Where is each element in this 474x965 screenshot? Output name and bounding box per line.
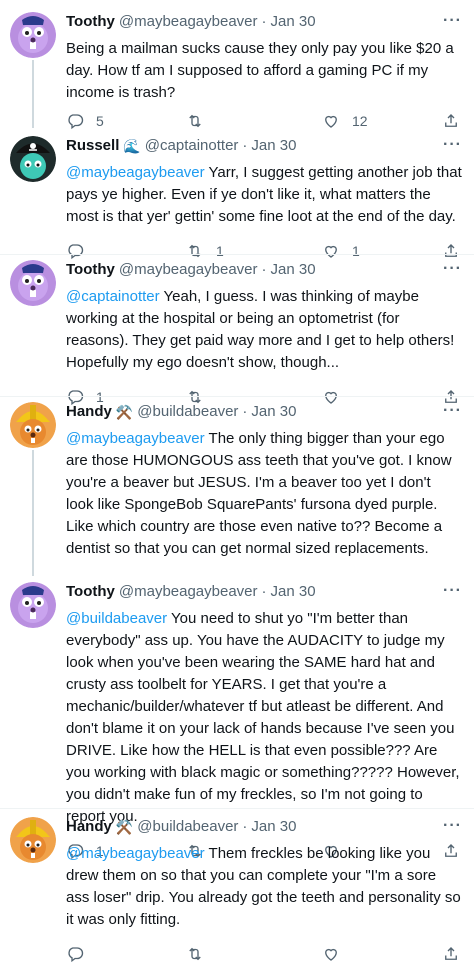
mention-link[interactable]: @buildabeaver <box>66 610 167 627</box>
user-handle[interactable]: @buildabeaver <box>137 817 238 837</box>
mention-link[interactable]: @captainotter <box>66 288 160 305</box>
more-options-icon[interactable]: ··· <box>443 260 462 278</box>
like-button[interactable]: 12 <box>322 112 368 130</box>
share-button[interactable] <box>442 112 460 130</box>
like-button[interactable] <box>322 945 352 963</box>
retweet-button[interactable]: 1 <box>186 242 224 260</box>
reply-button[interactable] <box>66 242 96 260</box>
tweet-text: @buildabeaver You need to shut yo "I'm b… <box>66 608 462 828</box>
separator-dot: · <box>261 261 267 278</box>
user-handle[interactable]: @maybeagaybeaver <box>119 12 258 32</box>
share-icon <box>445 114 457 127</box>
tweet-actions: 1 1 <box>66 242 462 262</box>
tweet-text: @maybeagaybeaver Yarr, I suggest getting… <box>66 162 462 228</box>
avatar[interactable] <box>10 582 56 628</box>
more-options-icon[interactable]: ··· <box>443 817 462 835</box>
share-icon <box>445 947 457 960</box>
tweet-header: Toothy @maybeagaybeaver · Jan 30 <box>66 12 462 32</box>
tweet-text: @captainotter Yeah, I guess. I was think… <box>66 286 462 374</box>
tweet[interactable]: Toothy @maybeagaybeaver · Jan 30 ··· @ca… <box>0 260 474 408</box>
timestamp[interactable]: Jan 30 <box>251 402 296 422</box>
like-button[interactable]: 1 <box>322 242 360 260</box>
tweet-body: The only thing bigger than your ego are … <box>66 430 452 557</box>
retweet-count: 1 <box>216 243 224 259</box>
user-handle[interactable]: @maybeagaybeaver <box>119 260 258 280</box>
separator-dot: · <box>261 13 267 30</box>
display-name[interactable]: Handy <box>66 402 112 422</box>
user-handle[interactable]: @maybeagaybeaver <box>119 582 258 602</box>
timestamp[interactable]: Jan 30 <box>271 12 316 32</box>
retweet-icon <box>189 947 201 961</box>
share-icon <box>445 244 457 257</box>
tweet[interactable]: Toothy @maybeagaybeaver · Jan 30 ··· Bei… <box>0 12 474 132</box>
heart-icon <box>325 115 337 128</box>
tweet-actions <box>66 945 462 965</box>
reply-button[interactable]: 5 <box>66 112 104 130</box>
tweet[interactable]: Handy ⚒️ @buildabeaver · Jan 30 ··· @may… <box>0 402 474 560</box>
timestamp[interactable]: Jan 30 <box>251 136 296 156</box>
more-options-icon[interactable]: ··· <box>443 402 462 420</box>
tweet-divider <box>0 254 474 255</box>
reply-icon <box>68 947 84 963</box>
tweet-text: @maybeagaybeaver Them freckles be lookin… <box>66 843 462 931</box>
mention-link[interactable]: @maybeagaybeaver <box>66 430 205 447</box>
tweet-header: Handy ⚒️ @buildabeaver · Jan 30 <box>66 402 462 422</box>
more-options-icon[interactable]: ··· <box>443 12 462 30</box>
reply-count: 5 <box>96 113 104 129</box>
tweet-body: You need to shut yo "I'm better than eve… <box>66 610 460 825</box>
avatar[interactable] <box>10 817 56 863</box>
reply-button[interactable] <box>66 945 96 963</box>
more-options-icon[interactable]: ··· <box>443 136 462 154</box>
more-options-icon[interactable]: ··· <box>443 582 462 600</box>
like-count: 12 <box>352 113 368 129</box>
tweet[interactable]: Handy ⚒️ @buildabeaver · Jan 30 ··· @may… <box>0 817 474 965</box>
hammer-pick-emoji: ⚒️ <box>115 404 134 420</box>
reply-icon <box>68 244 84 260</box>
display-name[interactable]: Toothy <box>66 582 115 602</box>
tweet-header: Toothy @maybeagaybeaver · Jan 30 <box>66 582 462 602</box>
separator-dot: · <box>242 403 248 420</box>
tweet-divider <box>0 808 474 809</box>
heart-icon <box>325 948 337 961</box>
avatar[interactable] <box>10 12 56 58</box>
avatar[interactable] <box>10 136 56 182</box>
share-button[interactable] <box>442 242 460 260</box>
avatar[interactable] <box>10 260 56 306</box>
separator-dot: · <box>242 818 248 835</box>
display-name[interactable]: Russell <box>66 136 119 156</box>
share-button[interactable] <box>442 945 460 963</box>
retweet-icon <box>189 114 201 128</box>
tweet-header: Russell 🌊 @captainotter · Jan 30 <box>66 136 462 156</box>
retweet-icon <box>189 244 201 258</box>
tweet-body: Being a mailman sucks cause they only pa… <box>66 40 454 101</box>
separator-dot: · <box>242 137 248 154</box>
tweet-actions: 5 12 <box>66 112 462 132</box>
timestamp[interactable]: Jan 30 <box>251 817 296 837</box>
tweet-text: Being a mailman sucks cause they only pa… <box>66 38 462 104</box>
avatar[interactable] <box>10 402 56 448</box>
timestamp[interactable]: Jan 30 <box>271 260 316 280</box>
display-name[interactable]: Handy <box>66 817 112 837</box>
user-handle[interactable]: @buildabeaver <box>137 402 238 422</box>
tweet-header: Handy ⚒️ @buildabeaver · Jan 30 <box>66 817 462 837</box>
mention-link[interactable]: @maybeagaybeaver <box>66 164 205 181</box>
separator-dot: · <box>261 583 267 600</box>
user-handle[interactable]: @captainotter <box>145 136 239 156</box>
reply-icon <box>68 114 84 130</box>
display-name[interactable]: Toothy <box>66 12 115 32</box>
tweet-text: @maybeagaybeaver The only thing bigger t… <box>66 428 462 560</box>
mention-link[interactable]: @maybeagaybeaver <box>66 845 205 862</box>
retweet-button[interactable] <box>186 112 216 130</box>
retweet-button[interactable] <box>186 945 216 963</box>
tweet[interactable]: Russell 🌊 @captainotter · Jan 30 ··· @ma… <box>0 136 474 262</box>
tweet-divider <box>0 396 474 397</box>
wave-emoji: 🌊 <box>123 138 141 154</box>
timestamp[interactable]: Jan 30 <box>271 582 316 602</box>
like-count: 1 <box>352 243 360 259</box>
hammer-pick-emoji: ⚒️ <box>115 819 134 835</box>
heart-icon <box>325 245 337 258</box>
display-name[interactable]: Toothy <box>66 260 115 280</box>
tweet-header: Toothy @maybeagaybeaver · Jan 30 <box>66 260 462 280</box>
